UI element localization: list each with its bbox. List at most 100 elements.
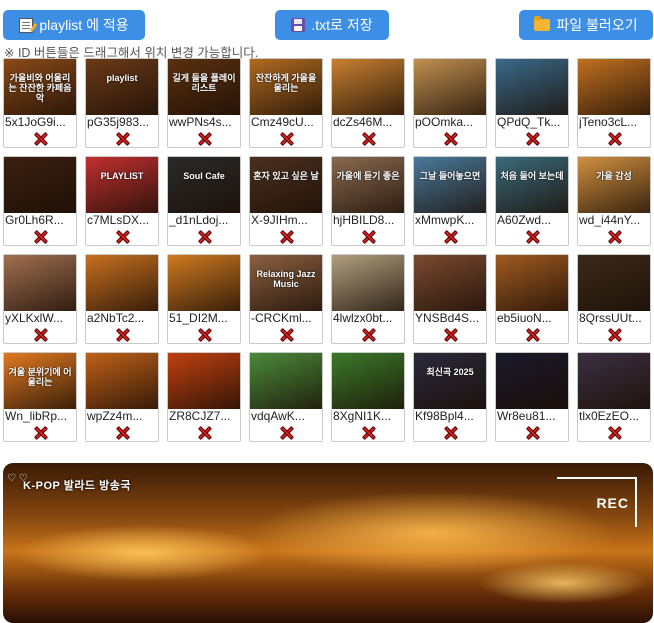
delete-x-icon[interactable] bbox=[116, 328, 130, 342]
video-thumbnail: Soul Cafe bbox=[168, 157, 240, 213]
thumbnail-caption: 길게 들을 플레이리스트 bbox=[172, 73, 236, 93]
video-thumbnail: playlist bbox=[86, 59, 158, 115]
video-thumbnail: 가을비와 어울리는 잔잔한 카페음악 bbox=[4, 59, 76, 115]
delete-x-icon[interactable] bbox=[608, 132, 622, 146]
thumbnail-caption: 최신곡 2025 bbox=[426, 367, 474, 377]
delete-x-icon[interactable] bbox=[280, 426, 294, 440]
delete-x-icon[interactable] bbox=[198, 230, 212, 244]
thumbnail-caption: 겨울 분위기에 어울리는 bbox=[8, 367, 72, 387]
delete-x-icon[interactable] bbox=[526, 328, 540, 342]
video-id-label: YNSBd4S... bbox=[415, 311, 480, 325]
video-id-label: -CRCKml... bbox=[251, 311, 312, 325]
video-id-card[interactable]: 8XgNI1K... bbox=[331, 352, 405, 442]
delete-x-icon[interactable] bbox=[280, 328, 294, 342]
video-id-card[interactable]: Relaxing Jazz Music -CRCKml... bbox=[249, 254, 323, 344]
video-id-card[interactable]: 겨울 분위기에 어울리는 Wn_libRp... bbox=[3, 352, 77, 442]
video-id-label: Kf98Bpl4... bbox=[415, 409, 474, 423]
delete-x-icon[interactable] bbox=[444, 132, 458, 146]
video-id-card[interactable]: Wr8eu81... bbox=[495, 352, 569, 442]
thumbnail-caption: 처음 들어 보는데 bbox=[500, 171, 564, 181]
video-id-card[interactable]: 길게 들을 플레이리스트 wwPNs4s... bbox=[167, 58, 241, 148]
video-player[interactable]: ♡ ♡ K-POP 발라드 방송국 REC bbox=[3, 463, 653, 623]
video-id-label: A60Zwd... bbox=[497, 213, 552, 227]
video-id-card[interactable]: pOOmka... bbox=[413, 58, 487, 148]
video-id-card[interactable]: YNSBd4S... bbox=[413, 254, 487, 344]
delete-x-icon[interactable] bbox=[444, 230, 458, 244]
delete-x-icon[interactable] bbox=[608, 230, 622, 244]
video-id-card[interactable]: 최신곡 2025 Kf98Bpl4... bbox=[413, 352, 487, 442]
video-thumbnail: Relaxing Jazz Music bbox=[250, 255, 322, 311]
video-thumbnail bbox=[414, 255, 486, 311]
video-id-card[interactable]: 4lwlzx0bt... bbox=[331, 254, 405, 344]
video-id-label: 4lwlzx0bt... bbox=[333, 311, 393, 325]
video-id-card[interactable]: playlist pG35j983... bbox=[85, 58, 159, 148]
video-id-card[interactable]: 처음 들어 보는데 A60Zwd... bbox=[495, 156, 569, 246]
delete-x-icon[interactable] bbox=[444, 426, 458, 440]
video-id-card[interactable]: tlx0EzEO... bbox=[577, 352, 651, 442]
video-thumbnail bbox=[168, 255, 240, 311]
video-thumbnail bbox=[578, 353, 650, 409]
video-id-card[interactable]: 8QrssUUt... bbox=[577, 254, 651, 344]
player-video-title: K-POP 발라드 방송국 bbox=[23, 480, 131, 492]
delete-x-icon[interactable] bbox=[198, 132, 212, 146]
video-thumbnail bbox=[332, 353, 404, 409]
delete-x-icon[interactable] bbox=[362, 328, 376, 342]
delete-x-icon[interactable] bbox=[116, 132, 130, 146]
delete-x-icon[interactable] bbox=[526, 132, 540, 146]
video-id-card[interactable]: PLAYLIST c7MLsDX... bbox=[85, 156, 159, 246]
video-id-card[interactable]: 잔잔하게 가을을 울리는 Cmz49cU... bbox=[249, 58, 323, 148]
thumbnail-caption: 가을비와 어울리는 잔잔한 카페음악 bbox=[8, 73, 72, 103]
video-thumbnail: 길게 들을 플레이리스트 bbox=[168, 59, 240, 115]
delete-x-icon[interactable] bbox=[34, 230, 48, 244]
video-id-card[interactable]: Gr0Lh6R... bbox=[3, 156, 77, 246]
video-id-card[interactable]: 가을비와 어울리는 잔잔한 카페음악 5x1JoG9i... bbox=[3, 58, 77, 148]
video-id-card[interactable]: 가을에 듣기 좋은 hjHBILD8... bbox=[331, 156, 405, 246]
delete-x-icon[interactable] bbox=[608, 328, 622, 342]
video-id-label: 8QrssUUt... bbox=[579, 311, 642, 325]
video-id-card[interactable]: 혼자 있고 싶은 날 X-9JIHm... bbox=[249, 156, 323, 246]
video-id-card[interactable]: 그날 들어놓으면 xMmwpK... bbox=[413, 156, 487, 246]
delete-x-icon[interactable] bbox=[362, 132, 376, 146]
video-id-label: pG35j983... bbox=[87, 115, 150, 129]
video-id-card[interactable]: 51_DI2M... bbox=[167, 254, 241, 344]
video-thumbnail bbox=[578, 255, 650, 311]
save-txt-button[interactable]: .txt로 저장 bbox=[275, 10, 389, 40]
video-id-card[interactable]: dcZs46M... bbox=[331, 58, 405, 148]
delete-x-icon[interactable] bbox=[444, 328, 458, 342]
video-id-card[interactable]: eb5iuoN... bbox=[495, 254, 569, 344]
delete-x-icon[interactable] bbox=[34, 132, 48, 146]
video-id-card[interactable]: vdqAwK... bbox=[249, 352, 323, 442]
delete-x-icon[interactable] bbox=[116, 426, 130, 440]
delete-x-icon[interactable] bbox=[116, 230, 130, 244]
delete-x-icon[interactable] bbox=[34, 328, 48, 342]
delete-x-icon[interactable] bbox=[362, 230, 376, 244]
load-file-label: 파일 불러오기 bbox=[556, 17, 638, 33]
video-id-card[interactable]: Soul Cafe _d1nLdoj... bbox=[167, 156, 241, 246]
video-id-label: Wn_libRp... bbox=[5, 409, 68, 423]
video-id-card[interactable]: a2NbTc2... bbox=[85, 254, 159, 344]
thumbnail-caption: Soul Cafe bbox=[183, 171, 225, 181]
delete-x-icon[interactable] bbox=[198, 328, 212, 342]
video-id-card[interactable]: 가을 감성 wd_i44nY... bbox=[577, 156, 651, 246]
video-id-card[interactable]: wpZz4m... bbox=[85, 352, 159, 442]
thumbnail-caption: 그날 들어놓으면 bbox=[419, 171, 481, 181]
video-thumbnail: 최신곡 2025 bbox=[414, 353, 486, 409]
delete-x-icon[interactable] bbox=[526, 426, 540, 440]
video-id-label: jTeno3cL... bbox=[579, 115, 638, 129]
rec-label: REC bbox=[596, 495, 629, 511]
video-id-card[interactable]: jTeno3cL... bbox=[577, 58, 651, 148]
apply-playlist-button[interactable]: playlist 에 적용 bbox=[3, 10, 145, 40]
toolbar: playlist 에 적용 .txt로 저장 파일 불러오기 bbox=[0, 0, 654, 44]
video-id-card[interactable]: ZR8CJZ7... bbox=[167, 352, 241, 442]
delete-x-icon[interactable] bbox=[280, 132, 294, 146]
delete-x-icon[interactable] bbox=[198, 426, 212, 440]
delete-x-icon[interactable] bbox=[34, 426, 48, 440]
delete-x-icon[interactable] bbox=[608, 426, 622, 440]
delete-x-icon[interactable] bbox=[362, 426, 376, 440]
delete-x-icon[interactable] bbox=[280, 230, 294, 244]
video-id-card[interactable]: yXLKxlW... bbox=[3, 254, 77, 344]
load-file-button[interactable]: 파일 불러오기 bbox=[519, 10, 653, 40]
video-id-card[interactable]: QPdQ_Tk... bbox=[495, 58, 569, 148]
video-id-label: tlx0EzEO... bbox=[579, 409, 640, 423]
delete-x-icon[interactable] bbox=[526, 230, 540, 244]
